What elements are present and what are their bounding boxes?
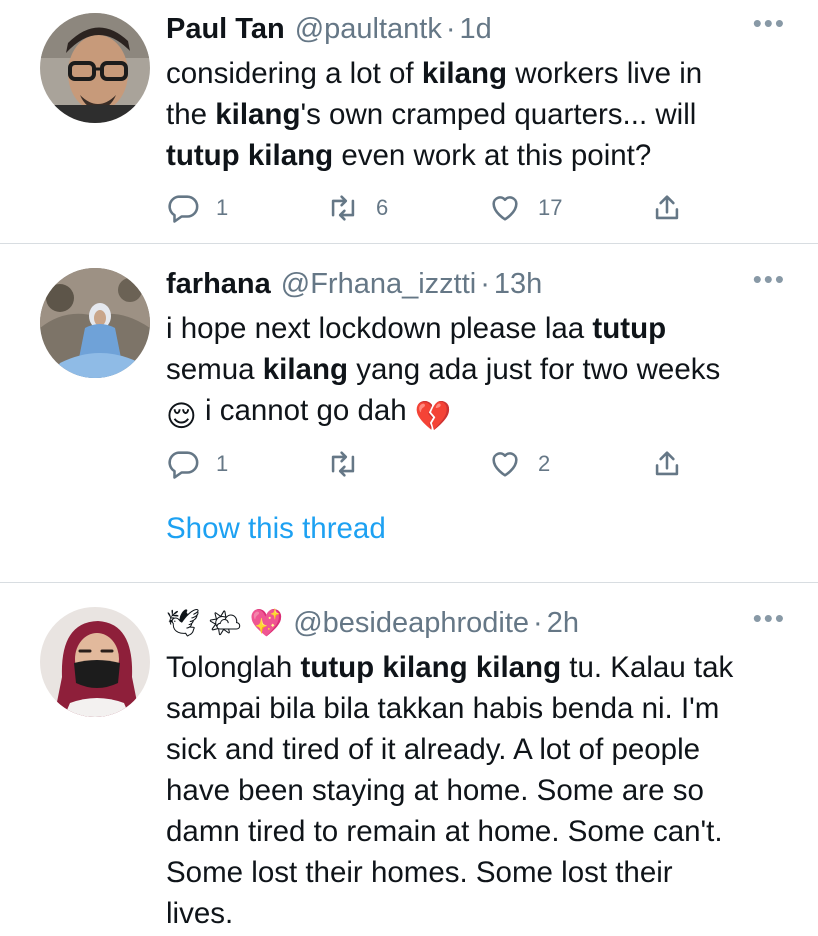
text-run: semua [166, 353, 263, 386]
like-button[interactable]: 17 [488, 188, 562, 228]
text-run: Some lost their homes. Some lost their [166, 856, 673, 889]
share-icon [655, 451, 679, 476]
separator-dot: · [533, 606, 543, 639]
more-icon[interactable]: ••• [753, 8, 786, 39]
reply-icon [168, 451, 199, 479]
highlighted-term: tutup kilang [166, 139, 334, 172]
highlighted-term: tutup kilang kilang [300, 651, 562, 684]
avatar[interactable] [40, 268, 150, 378]
text-run: Tolonglah [166, 651, 301, 684]
reply-button[interactable]: 1 [166, 444, 228, 484]
user-handle[interactable]: @paultantk [295, 13, 442, 46]
emoji: 😌 [166, 400, 197, 433]
like-icon [492, 196, 518, 221]
tweet-text-line: tutup kilang even work at this point? [166, 135, 796, 176]
like-count: 17 [538, 195, 563, 220]
highlighted-term: tutup [592, 312, 667, 345]
text-run: the [166, 98, 216, 131]
tweet-text-line: i hope next lockdown please laa tutup [166, 308, 796, 349]
text-run: sampai bila bila takkan habis benda ni. … [166, 692, 720, 725]
text-run: sick and tired of it already. A lot of p… [166, 733, 701, 766]
text-run: tu. Kalau tak [561, 651, 734, 684]
more-icon[interactable]: ••• [753, 603, 786, 634]
retweet-count: 6 [376, 195, 389, 220]
avatar[interactable] [40, 13, 150, 123]
tweet-text-line: have been staying at home. Some are so [166, 770, 796, 811]
timestamp[interactable]: 2h [547, 607, 579, 640]
text-run: yang ada just for two weeks [348, 353, 721, 386]
retweet-icon [331, 195, 355, 221]
tweet-text-line: Tolonglah tutup kilang kilang tu. Kalau … [166, 647, 796, 688]
show-thread-link[interactable]: Show this thread [166, 512, 386, 546]
share-button[interactable] [650, 444, 684, 484]
like-icon [492, 452, 518, 477]
tweet-actions: 1 2 [166, 444, 726, 484]
tweet-header: Paul Tan @paultantk · 1d [166, 9, 492, 49]
tweet-text-line: Some lost their homes. Some lost their [166, 852, 796, 893]
text-run: considering a lot of [166, 57, 422, 90]
tweet-1[interactable]: Paul Tan @paultantk · 1d ••• considering… [0, 0, 818, 243]
emoji: 💔 [414, 400, 452, 433]
tweet-text-line: lives. [166, 893, 796, 934]
tweet-text-line: 😌 i cannot go dah 💔 [166, 390, 796, 437]
tweet-3[interactable]: 🕊 🌤 💖 @besideaphrodite · 2h ••• Tolongla… [0, 583, 818, 936]
tweet-text-line: the kilang's own cramped quarters... wil… [166, 94, 796, 135]
highlighted-term: kilang [262, 353, 348, 386]
display-name[interactable]: farhana [166, 268, 271, 301]
tweet-text: i hope next lockdown please laa tutup sem… [166, 308, 796, 437]
more-icon[interactable]: ••• [753, 264, 786, 295]
tweet-text-line: sampai bila bila takkan habis benda ni. … [166, 688, 796, 729]
reply-count: 1 [216, 451, 229, 476]
timestamp[interactable]: 1d [460, 13, 492, 46]
text-run: i cannot go dah [196, 394, 415, 427]
user-handle[interactable]: @besideaphrodite [293, 607, 529, 640]
text-run: workers live in [507, 57, 703, 90]
display-name[interactable]: Paul Tan [166, 13, 285, 46]
reply-button[interactable]: 1 [166, 188, 228, 228]
text-run: have been staying at home. Some are so [166, 774, 704, 807]
tweet-text-line: considering a lot of kilang workers live… [166, 53, 796, 94]
text-run: i hope next lockdown please laa [166, 312, 593, 345]
display-name-emojis[interactable]: 🕊 🌤 💖 [166, 607, 283, 639]
retweet-button[interactable]: 6 [326, 188, 388, 228]
tweet-actions: 1 6 17 [166, 188, 726, 228]
text-run: lives. [166, 897, 234, 930]
timestamp[interactable]: 13h [494, 268, 542, 301]
tweet-text: considering a lot of kilang workers live… [166, 53, 796, 176]
text-run: 's own cramped quarters... will [300, 98, 697, 131]
retweet-icon [331, 451, 355, 477]
highlighted-term: kilang [215, 98, 301, 131]
tweet-2[interactable]: farhana @Frhana_izztti · 13h ••• i hope … [0, 244, 818, 582]
highlighted-term: kilang [421, 57, 508, 90]
retweet-button[interactable] [326, 444, 376, 484]
text-run: even work at this point? [333, 139, 652, 172]
tweet-text-line: semua kilang yang ada just for two weeks [166, 349, 796, 390]
like-count: 2 [538, 451, 551, 476]
like-button[interactable]: 2 [488, 444, 550, 484]
tweet-header: farhana @Frhana_izztti · 13h [166, 264, 542, 304]
avatar[interactable] [40, 607, 150, 717]
separator-dot: · [480, 267, 490, 300]
reply-icon [168, 195, 199, 223]
separator-dot: · [445, 12, 456, 45]
reply-count: 1 [216, 195, 229, 220]
tweet-text-line: sick and tired of it already. A lot of p… [166, 729, 796, 770]
tweet-header: 🕊 🌤 💖 @besideaphrodite · 2h [166, 603, 579, 643]
tweet-text: Tolonglah tutup kilang kilang tu. Kalau … [166, 647, 796, 934]
share-button[interactable] [650, 188, 684, 228]
share-icon [655, 195, 679, 220]
user-handle[interactable]: @Frhana_izztti [281, 268, 476, 301]
tweet-text-line: damn tired to remain at home. Some can't… [166, 811, 796, 852]
text-run: damn tired to remain at home. Some can't… [166, 815, 723, 848]
